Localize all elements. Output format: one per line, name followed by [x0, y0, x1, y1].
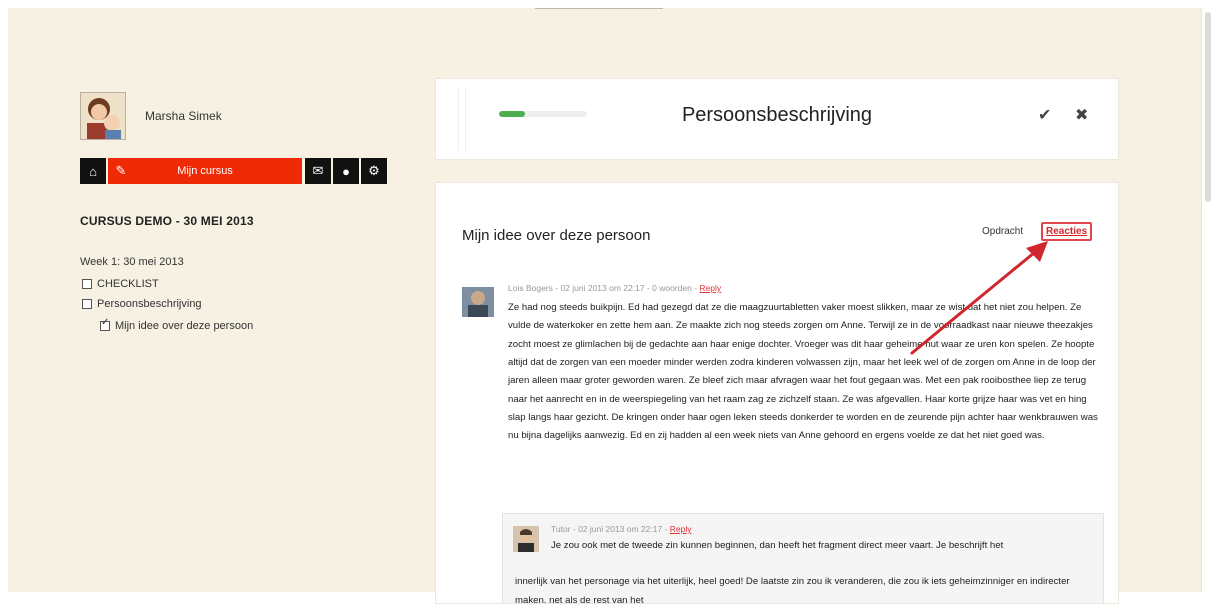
sidebar-item-mijn-idee[interactable]: Mijn idee over deze persoon: [100, 317, 254, 332]
reply-body-first-line: Je zou ook met de tweede zin kunnen begi…: [551, 540, 1004, 551]
close-icon[interactable]: ✖: [1075, 105, 1088, 125]
checkbox-icon: [82, 299, 92, 309]
tab-reacties[interactable]: Reacties: [1041, 222, 1093, 241]
course-nav: ⌂ ✎ Mijn cursus ✉ ● ⚙: [80, 158, 389, 184]
comment-avatar: [462, 287, 494, 317]
scrollbar[interactable]: [1201, 8, 1214, 592]
comment-meta-text: Lois Bogers - 02 juni 2013 om 22:17 - 0 …: [508, 283, 700, 293]
sidebar-item-checklist[interactable]: CHECKLIST: [82, 278, 159, 290]
sidebar-item-persoonsbeschrijving[interactable]: Persoonsbeschrijving: [82, 298, 202, 310]
scrollbar-thumb[interactable]: [1205, 12, 1211, 202]
checked-checkbox-icon: [100, 317, 110, 331]
reply-meta: Tutor - 02 juni 2013 om 22:17 - Reply: [551, 524, 692, 534]
sidebar-item-label: Mijn idee over deze persoon: [115, 320, 254, 332]
reply-avatar: [513, 526, 539, 552]
tab-opdracht[interactable]: Opdracht: [982, 226, 1023, 237]
avatar[interactable]: [80, 92, 126, 140]
gear-icon: ⚙: [368, 163, 380, 178]
content-card: Mijn idee over deze persoon Opdracht Rea…: [435, 182, 1119, 604]
comment-body: Ze had nog steeds buikpijn. Ed had gezeg…: [508, 302, 1098, 442]
user-icon: ●: [342, 163, 350, 179]
reply-meta-text: Tutor - 02 juni 2013 om 22:17 -: [551, 524, 670, 534]
content-title: Mijn idee over deze persoon: [462, 227, 651, 244]
lesson-header: Persoonsbeschrijving ✔ ✖: [435, 78, 1119, 160]
user-name: Marsha Simek: [145, 109, 222, 123]
profile-button[interactable]: ●: [333, 158, 359, 184]
settings-button[interactable]: ⚙: [361, 158, 387, 184]
lesson-title: Persoonsbeschrijving: [681, 104, 873, 126]
reply-body-rest: innerlijk van het personage via het uite…: [515, 576, 1070, 604]
edit-icon: ✎: [115, 163, 127, 178]
home-icon: ⌂: [89, 163, 97, 179]
sidebar-item-label: CHECKLIST: [97, 278, 159, 290]
mail-icon: ✉: [312, 163, 324, 178]
check-icon[interactable]: ✔: [1038, 105, 1051, 125]
user-profile: Marsha Simek: [80, 92, 222, 140]
comment-reply-link[interactable]: Reply: [699, 283, 721, 293]
home-button[interactable]: ⌂: [80, 158, 106, 184]
comment-meta: Lois Bogers - 02 juni 2013 om 22:17 - 0 …: [508, 283, 721, 293]
reply-reply-link[interactable]: Reply: [670, 524, 692, 534]
mail-button[interactable]: ✉: [305, 158, 331, 184]
checkbox-icon: [82, 279, 92, 289]
sidebar-item-label: Persoonsbeschrijving: [97, 298, 202, 310]
course-title: CURSUS DEMO - 30 MEI 2013: [80, 214, 254, 228]
my-course-button[interactable]: ✎ Mijn cursus: [108, 158, 302, 184]
top-divider: [535, 8, 663, 9]
my-course-label: Mijn cursus: [177, 165, 233, 177]
reply-box: Tutor - 02 juni 2013 om 22:17 - Reply Je…: [502, 513, 1104, 604]
week-title: Week 1: 30 mei 2013: [80, 256, 184, 268]
